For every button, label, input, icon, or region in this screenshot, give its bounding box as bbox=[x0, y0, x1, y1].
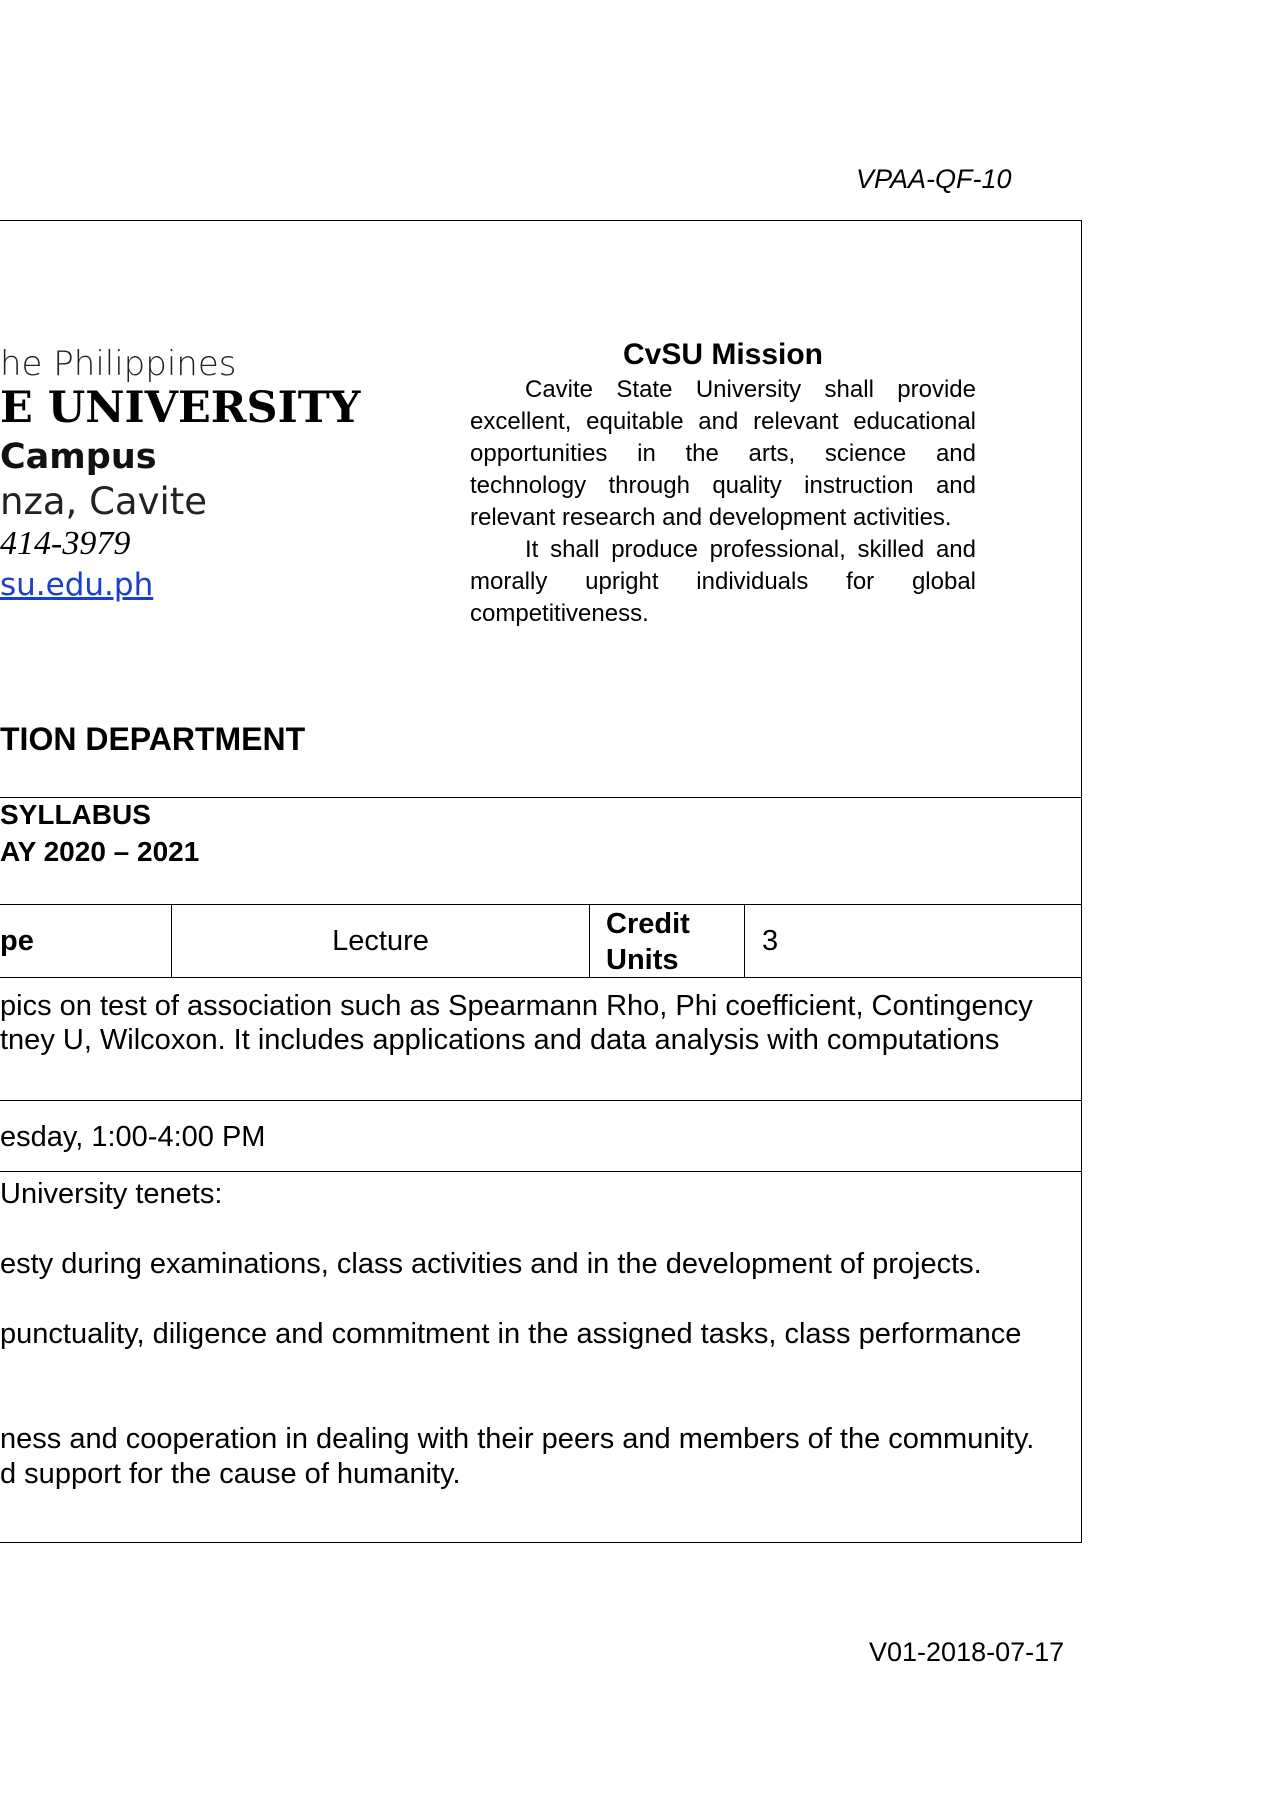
credit-units-label: Credit Units bbox=[606, 906, 690, 978]
mission-text: Cavite State University shall provide ex… bbox=[470, 374, 976, 630]
tenets-intro: University tenets: bbox=[0, 1178, 223, 1210]
course-type-value: Lecture bbox=[332, 925, 429, 957]
header-location: nza, Cavite bbox=[0, 480, 208, 523]
header-phone: 414-3979 bbox=[0, 525, 131, 562]
header-country: he Philippines bbox=[0, 344, 237, 384]
header-website-link[interactable]: su.edu.ph bbox=[0, 570, 153, 601]
divider bbox=[0, 977, 1082, 978]
mission-paragraph-1: Cavite State University shall provide ex… bbox=[470, 376, 976, 531]
course-description-line: tney U, Wilcoxon. It includes applicatio… bbox=[0, 1024, 1000, 1056]
version-code: V01-2018-07-17 bbox=[869, 1637, 1065, 1667]
course-description-line: pics on test of association such as Spea… bbox=[0, 990, 1033, 1022]
form-code: VPAA-QF-10 bbox=[856, 164, 1012, 194]
syllabus-title: SYLLABUS bbox=[0, 799, 151, 830]
department-title: TION DEPARTMENT bbox=[0, 721, 306, 757]
header-university-name: E UNIVERSITY bbox=[0, 383, 361, 433]
cell-divider bbox=[744, 904, 745, 977]
divider bbox=[0, 1100, 1082, 1101]
credit-label-line1: Credit bbox=[606, 908, 690, 940]
credit-label-line2: Units bbox=[606, 944, 679, 976]
course-type-label: pe bbox=[0, 925, 34, 957]
tenet-item: punctuality, diligence and commitment in… bbox=[0, 1318, 1022, 1350]
mission-paragraph-2: It shall produce professional, skilled a… bbox=[470, 536, 976, 627]
academic-year: AY 2020 – 2021 bbox=[0, 836, 200, 867]
divider bbox=[0, 904, 1082, 905]
mission-title: CvSU Mission bbox=[622, 338, 824, 371]
tenet-item: d support for the cause of humanity. bbox=[0, 1458, 461, 1490]
header-campus: Campus bbox=[0, 437, 157, 477]
tenet-item: ness and cooperation in dealing with the… bbox=[0, 1423, 1035, 1455]
cell-divider bbox=[589, 904, 590, 977]
credit-units-value: 3 bbox=[762, 925, 779, 957]
divider bbox=[0, 1171, 1082, 1172]
tenet-item: esty during examinations, class activiti… bbox=[0, 1248, 982, 1280]
divider bbox=[0, 797, 1082, 798]
class-schedule: esday, 1:00-4:00 PM bbox=[0, 1121, 266, 1153]
